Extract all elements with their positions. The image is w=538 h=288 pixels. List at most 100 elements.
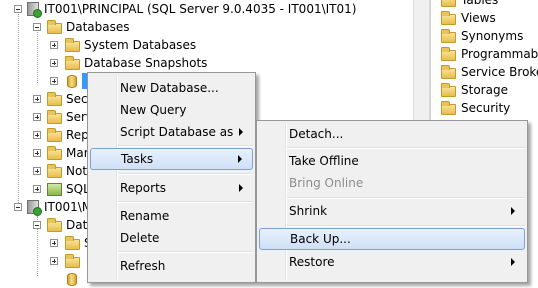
menu-item-label: Delete xyxy=(120,231,160,245)
menu-item-label: Bring Online xyxy=(289,176,364,190)
menu-item-label: New Query xyxy=(120,103,187,117)
menu-item-label: Restore xyxy=(289,255,335,269)
folder-icon xyxy=(441,101,456,115)
expand-icon[interactable] xyxy=(50,77,58,85)
details-item-label: Synonyms xyxy=(461,29,524,43)
expand-icon[interactable] xyxy=(33,113,41,121)
collapse-icon[interactable] xyxy=(33,23,41,31)
folder-icon xyxy=(47,20,62,34)
menu-item-tasks[interactable]: Tasks xyxy=(90,148,253,170)
expand-icon[interactable] xyxy=(33,167,41,175)
menu-item-new-query[interactable]: New Query xyxy=(90,99,253,121)
collapse-icon[interactable] xyxy=(33,221,41,229)
collapse-icon[interactable] xyxy=(14,5,22,13)
details-item-label: Tables xyxy=(461,0,499,7)
expand-icon[interactable] xyxy=(50,257,58,265)
expand-icon[interactable] xyxy=(33,95,41,103)
submenu-arrow-icon xyxy=(239,128,243,136)
expand-icon[interactable] xyxy=(50,41,58,49)
tree-node-database-snapshots[interactable]: Database Snapshots xyxy=(0,54,413,72)
expand-icon[interactable] xyxy=(33,131,41,139)
folder-icon xyxy=(47,110,62,124)
menu-item-refresh[interactable]: Refresh xyxy=(90,255,253,277)
folder-icon xyxy=(441,29,456,43)
menu-item-take-offline[interactable]: Take Offline xyxy=(259,150,525,172)
expand-icon[interactable] xyxy=(50,59,58,67)
submenu-arrow-icon xyxy=(239,184,243,192)
menu-item-new-database[interactable]: New Database... xyxy=(90,77,253,99)
menu-item-reports[interactable]: Reports xyxy=(90,177,253,199)
folder-icon xyxy=(65,236,80,250)
folder-icon xyxy=(47,218,62,232)
tree-node-label: Not xyxy=(66,164,88,178)
details-item-label: Storage xyxy=(461,83,508,97)
menu-item-label: New Database... xyxy=(120,81,219,95)
database-context-menu: New Database... New Query Script Databas… xyxy=(87,72,256,283)
submenu-arrow-icon xyxy=(238,155,242,163)
menu-item-script-database-as[interactable]: Script Database as xyxy=(90,121,253,143)
menu-separator xyxy=(118,201,253,203)
folder-icon xyxy=(441,47,456,61)
folder-icon xyxy=(47,128,62,142)
folder-icon xyxy=(65,254,80,268)
menu-item-label: Shrink xyxy=(289,204,328,218)
menu-separator xyxy=(287,197,525,199)
tasks-submenu: Detach... Take Offline Bring Online Shri… xyxy=(256,120,528,283)
database-icon xyxy=(67,273,77,286)
details-item-label: Views xyxy=(461,11,496,25)
folder-icon xyxy=(47,164,62,178)
tree-node-system-databases[interactable]: System Databases xyxy=(0,36,413,54)
menu-item-label: Script Database as xyxy=(120,125,234,139)
menu-item-label: Tasks xyxy=(121,152,154,166)
menu-separator xyxy=(118,145,253,147)
tree-node-label: Rep xyxy=(66,128,89,142)
pane-splitter[interactable] xyxy=(413,0,430,121)
menu-item-label: Detach... xyxy=(289,127,344,141)
menu-separator xyxy=(287,147,525,149)
details-item-label: Service Broker xyxy=(461,65,538,79)
details-pane: Tables Views Synonyms Programmabilit Ser… xyxy=(430,0,538,121)
folder-icon xyxy=(441,65,456,79)
menu-item-label: Back Up... xyxy=(290,232,351,246)
tree-node-databases[interactable]: Databases xyxy=(0,18,413,36)
menu-item-label: Rename xyxy=(120,209,170,223)
menu-item-back-up[interactable]: Back Up... xyxy=(259,228,525,250)
details-item-label: Security xyxy=(461,101,511,115)
menu-separator xyxy=(118,173,253,175)
expand-icon[interactable] xyxy=(50,239,58,247)
tree-node-label: Database Snapshots xyxy=(84,56,208,70)
agent-icon xyxy=(47,183,62,196)
folder-icon xyxy=(441,83,456,97)
folder-icon xyxy=(47,92,62,106)
tree-node-label: Mar xyxy=(66,146,89,160)
menu-item-restore[interactable]: Restore xyxy=(259,251,525,273)
details-item-label: Programmabilit xyxy=(461,47,538,61)
server-icon xyxy=(27,2,42,18)
collapse-icon[interactable] xyxy=(14,203,22,211)
folder-icon xyxy=(441,0,456,7)
tree-node-label: Databases xyxy=(66,20,130,34)
folder-icon xyxy=(65,56,80,70)
folder-icon xyxy=(47,146,62,160)
server-icon xyxy=(27,200,42,216)
menu-item-label: Reports xyxy=(120,181,167,195)
menu-item-delete[interactable]: Delete xyxy=(90,227,253,249)
submenu-arrow-icon xyxy=(511,258,515,266)
folder-icon xyxy=(441,11,456,25)
tree-node-label: IT001\PRINCIPAL (SQL Server 9.0.4035 - I… xyxy=(44,2,357,16)
database-icon xyxy=(67,75,77,88)
expand-icon[interactable] xyxy=(33,149,41,157)
menu-item-detach[interactable]: Detach... xyxy=(259,123,525,145)
menu-separator xyxy=(287,225,525,227)
menu-item-bring-online: Bring Online xyxy=(259,172,525,194)
menu-item-label: Take Offline xyxy=(289,154,359,168)
menu-item-label: Refresh xyxy=(120,259,166,273)
tree-node-server-principal[interactable]: IT001\PRINCIPAL (SQL Server 9.0.4035 - I… xyxy=(0,0,413,18)
tree-node-label: System Databases xyxy=(84,38,197,52)
submenu-arrow-icon xyxy=(511,207,515,215)
menu-separator xyxy=(118,251,253,253)
tree-node-label: IT001\M xyxy=(44,200,93,214)
expand-icon[interactable] xyxy=(33,185,41,193)
menu-item-rename[interactable]: Rename xyxy=(90,205,253,227)
menu-item-shrink[interactable]: Shrink xyxy=(259,200,525,222)
